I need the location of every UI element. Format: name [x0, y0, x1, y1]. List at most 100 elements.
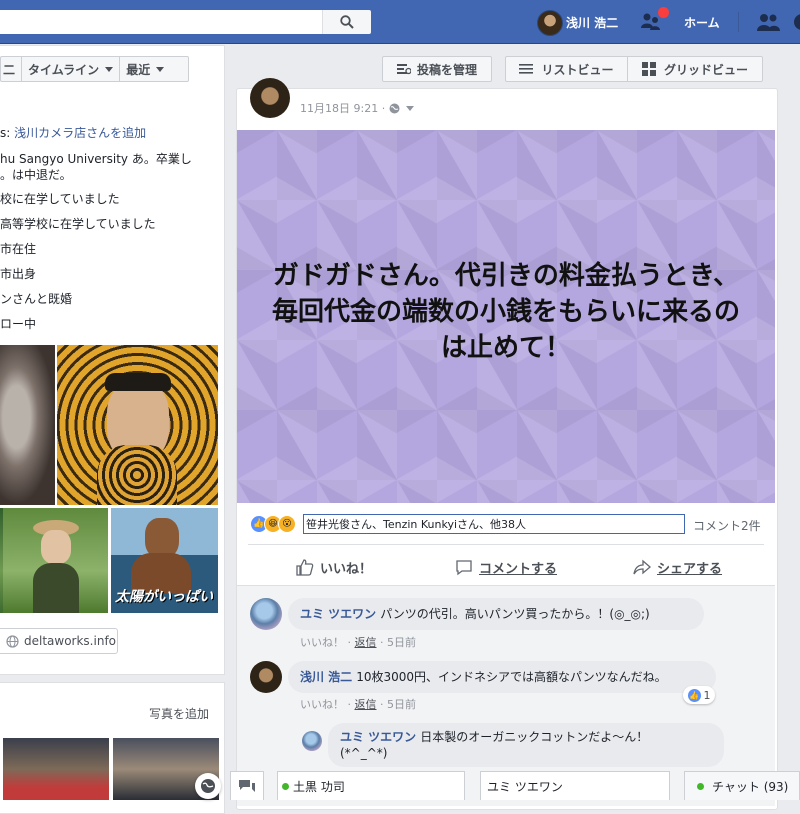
commenter-avatar[interactable] [302, 731, 322, 751]
tab-recent[interactable]: 最近 [120, 57, 170, 81]
tab-timeline[interactable]: タイムライン [22, 57, 121, 81]
manage-posts-icon [396, 64, 411, 75]
photo-thumbnail[interactable] [3, 738, 109, 800]
intro-line: 市出身 [0, 267, 37, 281]
search-button[interactable] [322, 10, 371, 34]
comment-text: 日本製のオーガニックコットンだよ～ん！ [420, 730, 649, 744]
thumbs-up-icon: 👍 [687, 688, 701, 702]
chat-tab-user[interactable]: 土黒 功司 [277, 771, 465, 800]
chat-tab-user[interactable]: ユミ ツエワン [480, 771, 670, 800]
comment-reply-link[interactable]: 返信 [355, 636, 377, 649]
list-view-label: リストビュー [541, 62, 614, 77]
photo-thumbnail[interactable] [3, 508, 108, 613]
like-button[interactable]: いいね！ [296, 558, 372, 577]
intro-line-clipped [0, 86, 200, 94]
grid-view-button[interactable]: グリッドビュー [628, 57, 762, 81]
list-view-button[interactable]: リストビュー [506, 57, 628, 81]
search-input[interactable] [0, 10, 370, 34]
post-banner: ガドガドさん。代引きの料金払うとき、毎回代金の端数の小銭をもらいに来るのは止めて… [237, 130, 775, 503]
like-count-number: 1 [703, 688, 711, 702]
chevron-down-icon [156, 66, 165, 72]
website-link[interactable]: deltaworks.info [0, 628, 118, 654]
commenter-avatar[interactable] [250, 661, 282, 693]
comment-actions: いいね！ · 返信 · 5日前 [300, 698, 416, 711]
photo-thumbnail[interactable]: 太陽がいっぱい [111, 508, 218, 613]
divider [738, 12, 739, 32]
share-icon [633, 559, 651, 575]
comment-time[interactable]: 5日前 [387, 698, 416, 711]
chat-tab-name: ユミ ツエワン [487, 779, 563, 794]
privacy-dropdown-icon[interactable] [406, 105, 415, 111]
chat-sidebar-tab[interactable]: チャット (93) [684, 771, 800, 800]
reaction-icons[interactable]: 👍 😆 😮 [250, 515, 296, 533]
comment-button[interactable]: コメントする [455, 558, 557, 577]
manage-posts-button[interactable]: 投稿を管理 [382, 56, 492, 82]
commenter-name[interactable]: 浅川 浩二 [300, 670, 352, 684]
comment-actions: いいね！ · 返信 · 5日前 [300, 636, 416, 649]
intro-line: s: 浅川カメラ店さんを追加 [0, 126, 147, 140]
language-button[interactable] [195, 773, 221, 799]
intro-line: 校に在学していました [0, 192, 120, 206]
globe-icon [6, 634, 19, 648]
friends-icon[interactable] [756, 12, 782, 32]
comment-like-link[interactable]: いいね！ [300, 636, 344, 649]
timeline-nav: 二 タイムライン 最近 [0, 56, 189, 82]
commenter-name[interactable]: ユミ ツエワン [300, 607, 376, 621]
divider [248, 544, 764, 545]
messenger-icon[interactable] [792, 12, 800, 32]
intro-line: 高等学校に在学していました [0, 217, 156, 231]
comment-count-link[interactable]: コメント2件 [693, 517, 761, 534]
messages-tab[interactable] [230, 771, 264, 800]
comment-text: パンツの代引。高いパンツ買ったから。！(◎_◎;) [380, 607, 650, 621]
comment-time[interactable]: 5日前 [387, 636, 416, 649]
comment-like-count[interactable]: 👍 1 [683, 686, 715, 704]
photo-thumbnail[interactable] [57, 345, 218, 505]
comment-label: コメントする [479, 562, 558, 577]
share-button[interactable]: シェアする [633, 558, 722, 577]
notification-badge [657, 6, 670, 19]
wow-reaction-icon: 😮 [278, 515, 296, 533]
post-author-avatar[interactable] [250, 78, 290, 118]
tab-partial[interactable]: 二 [1, 57, 23, 81]
comment-text-continued: (*^_^*) [340, 746, 388, 760]
chat-label: チャット (93) [712, 779, 789, 794]
commenter-avatar[interactable] [250, 598, 282, 630]
comment-bubble: ユミ ツエワン パンツの代引。高いパンツ買ったから。！(◎_◎;) [288, 598, 704, 630]
thumbs-up-icon [296, 559, 314, 576]
grid-view-label: グリッドビュー [663, 62, 748, 77]
globe-icon [389, 103, 400, 113]
intro-line: 市在住 [0, 242, 37, 256]
chevron-down-icon [105, 66, 114, 72]
post-timestamp[interactable]: 11月18日 9:21 · [300, 100, 385, 116]
intro-line: 。は中退だ。 [0, 168, 72, 182]
photo-caption: 太陽がいっぱい [115, 589, 213, 605]
add-photo-link[interactable]: 写真を追加 [149, 705, 209, 722]
search-icon [340, 15, 354, 29]
grid-view-icon [641, 62, 656, 76]
comment-reply-link[interactable]: 返信 [355, 698, 377, 711]
photo-thumbnail[interactable] [0, 345, 55, 505]
intro-link[interactable]: 浅川カメラ店さんを追加 [14, 126, 146, 140]
commenter-name[interactable]: ユミ ツエワン [340, 730, 416, 744]
like-label: いいね！ [320, 562, 373, 577]
website-text: deltaworks.info [24, 634, 117, 648]
comment-bubble: ユミ ツエワン 日本製のオーガニックコットンだよ～ん！ (*^_^*) [328, 723, 724, 767]
chat-tab-name: 土黒 功司 [293, 779, 345, 794]
post-banner-text: ガドガドさん。代引きの料金払うとき、毎回代金の端数の小銭をもらいに来るのは止めて… [271, 260, 740, 363]
online-status-icon [697, 782, 704, 790]
comment-icon [456, 560, 472, 576]
chat-bubbles-icon [239, 780, 255, 792]
comment-bubble: 浅川 浩二 10枚3000円、インドネシアでは高額なパンツなんだね。 [288, 661, 716, 693]
likers-list[interactable]: 笹井光俊さん、Tenzin Kunkyiさん、他38人 [303, 514, 685, 534]
list-view-icon [519, 64, 534, 74]
comment-text: 10枚3000円、インドネシアでは高額なパンツなんだね。 [356, 670, 667, 684]
intro-line: hu Sangyo University あ。卒業し [0, 152, 192, 166]
home-link[interactable]: ホーム [684, 14, 720, 31]
profile-name-link[interactable]: 浅川 浩二 [566, 14, 618, 31]
intro-line: ロー中 [0, 317, 37, 331]
intro-line: ンさんと既婚 [0, 292, 73, 306]
online-status-icon [282, 782, 289, 790]
profile-avatar[interactable] [537, 10, 563, 36]
comment-like-link[interactable]: いいね！ [300, 698, 344, 711]
globe-icon [201, 779, 215, 793]
